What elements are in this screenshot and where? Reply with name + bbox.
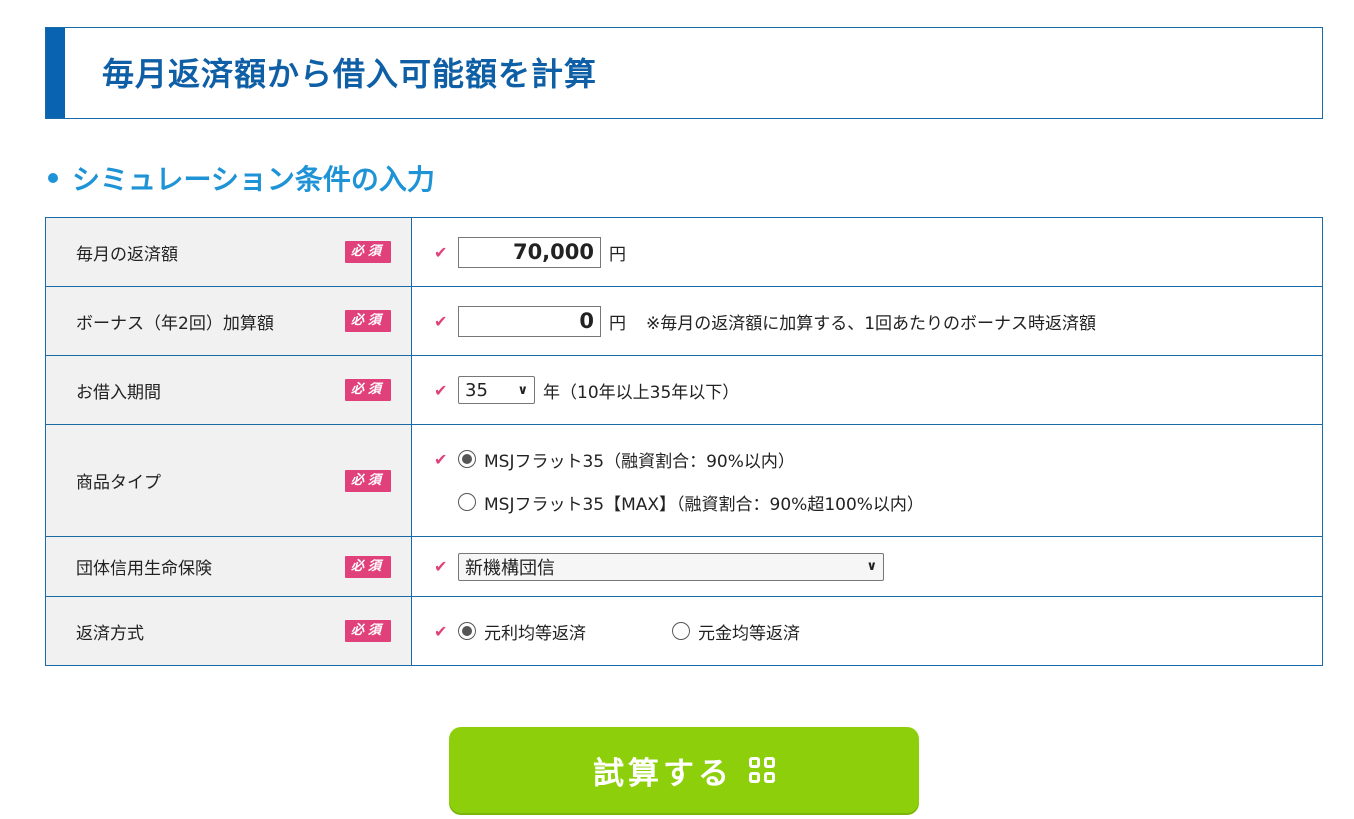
product-radio-1[interactable] [458,450,476,468]
table-row: 毎月の返済額 必須 ✔ 円 [45,217,1323,287]
table-row: ボーナス（年2回）加算額 必須 ✔ 円 ※毎月の返済額に加算する、1回あたりのボ… [45,286,1323,356]
row-label-cell: ボーナス（年2回）加算額 必須 [45,286,412,356]
term-select-value: 35 [465,379,488,401]
required-badge: 必須 [344,469,391,492]
required-badge: 必須 [344,555,391,578]
table-row: 商品タイプ 必須 ✔ MSJフラット35（融資割合：90%以内） MSJフラット… [45,424,1323,537]
section-heading: シミュレーション条件の入力 [48,158,435,198]
row-label-cell: 商品タイプ 必須 [45,424,412,537]
calculate-button[interactable]: 試算する [449,727,919,813]
monthly-label: 毎月の返済額 [76,244,178,265]
product-option-label: MSJフラット35【MAX】（融資割合：90%超100%以内） [484,494,924,515]
unit-label: 円 [609,244,626,265]
bonus-label: ボーナス（年2回）加算額 [76,313,274,334]
check-icon: ✔ [434,449,448,469]
repayment-label: 返済方式 [76,623,144,644]
check-icon: ✔ [434,380,448,400]
table-row: お借入期間 必須 ✔ 35 ∨ 年（10年以上35年以下） [45,355,1323,425]
page-title-box: 毎月返済額から借入可能額を計算 [45,27,1323,119]
row-value-cell: ✔ MSJフラット35（融資割合：90%以内） MSJフラット35【MAX】（融… [411,424,1323,537]
section-heading-text: シミュレーション条件の入力 [72,163,435,196]
title-accent-bar [46,28,65,118]
conditions-table: 毎月の返済額 必須 ✔ 円 ボーナス（年2回）加算額 必須 ✔ 円 ※毎月の返済 [45,217,1323,666]
check-icon: ✔ [434,557,448,576]
check-icon: ✔ [434,242,448,262]
bullet-icon [48,173,58,183]
chevron-down-icon: ∨ [866,559,877,574]
repayment-radio-2[interactable] [672,622,690,640]
unit-label: 円 [609,313,626,334]
monthly-payment-input[interactable] [458,236,601,268]
calculator-icon [749,757,775,783]
required-badge: 必須 [344,379,391,401]
check-icon: ✔ [434,621,448,641]
row-value-cell: ✔ 元利均等返済 元金均等返済 [411,596,1323,666]
row-value-cell: ✔ 新機構団信 ∨ [411,536,1323,597]
insurance-label: 団体信用生命保険 [76,559,212,579]
bonus-note: ※毎月の返済額に加算する、1回あたりのボーナス時返済額 [646,313,1097,334]
insurance-select[interactable]: 新機構団信 ∨ [458,552,884,581]
table-row: 団体信用生命保険 必須 ✔ 新機構団信 ∨ [45,536,1323,597]
term-note: 年（10年以上35年以下） [543,382,740,403]
product-label: 商品タイプ [76,473,161,493]
row-label-cell: 返済方式 必須 [45,596,412,666]
row-value-cell: ✔ 35 ∨ 年（10年以上35年以下） [411,355,1323,425]
repayment-option-label: 元金均等返済 [698,623,800,644]
repayment-option-label: 元利均等返済 [484,623,586,644]
term-select[interactable]: 35 ∨ [458,376,535,404]
term-label: お借入期間 [76,382,161,403]
required-badge: 必須 [344,241,391,263]
insurance-select-value: 新機構団信 [465,557,555,579]
page-title: 毎月返済額から借入可能額を計算 [102,55,598,93]
check-icon: ✔ [434,311,448,331]
calculate-button-label: 試算する [593,755,733,791]
row-value-cell: ✔ 円 ※毎月の返済額に加算する、1回あたりのボーナス時返済額 [411,286,1323,356]
product-radio-2[interactable] [458,493,476,511]
row-label-cell: 毎月の返済額 必須 [45,217,412,287]
table-row: 返済方式 必須 ✔ 元利均等返済 元金均等返済 [45,596,1323,666]
bonus-amount-input[interactable] [458,305,601,337]
repayment-radio-1[interactable] [458,622,476,640]
row-value-cell: ✔ 円 [411,217,1323,287]
required-badge: 必須 [344,620,391,642]
product-option-label: MSJフラット35（融資割合：90%以内） [484,451,795,472]
chevron-down-icon: ∨ [517,382,528,398]
row-label-cell: 団体信用生命保険 必須 [45,536,412,597]
row-label-cell: お借入期間 必須 [45,355,412,425]
required-badge: 必須 [344,310,391,332]
